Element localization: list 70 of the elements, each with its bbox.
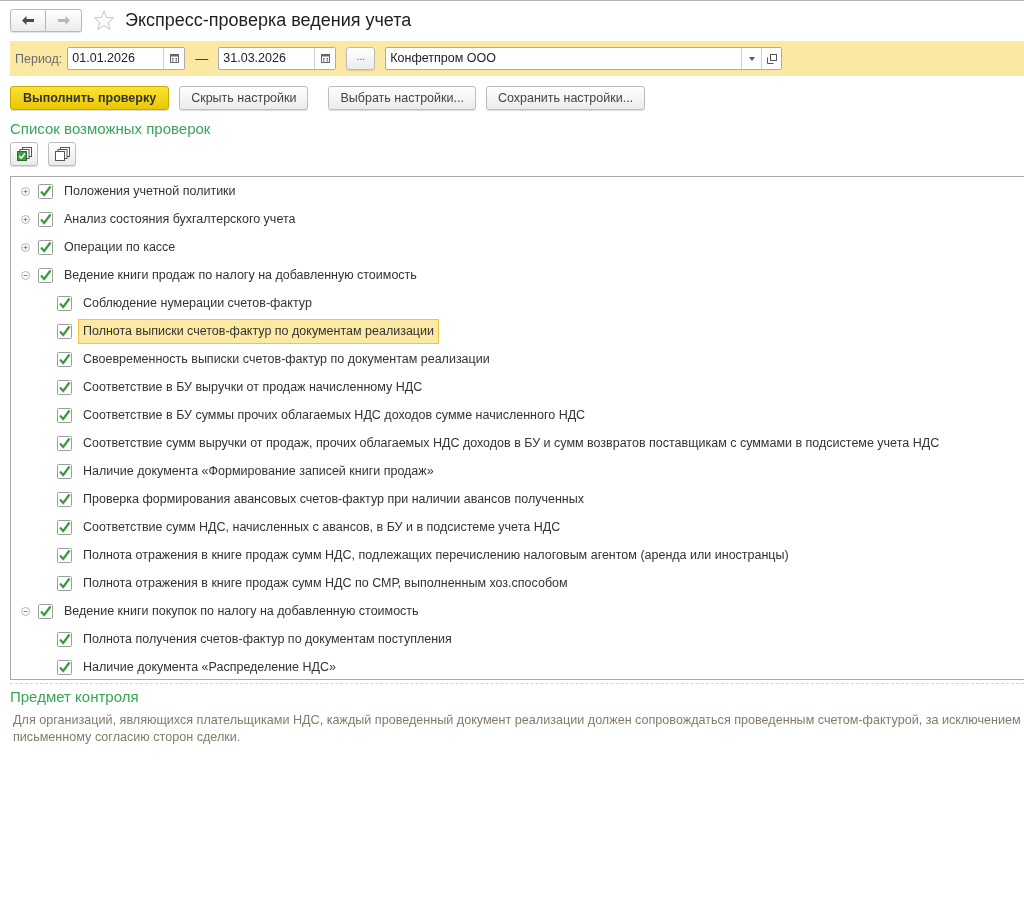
checkbox[interactable]: [57, 491, 72, 507]
section-heading: Предмет контроля: [10, 688, 140, 706]
arrow-left-icon: [22, 16, 34, 25]
checkbox[interactable]: [57, 407, 72, 423]
open-button[interactable]: [761, 48, 782, 69]
checkbox[interactable]: [38, 239, 53, 255]
check-all-button[interactable]: [10, 142, 38, 166]
calendar-button[interactable]: [314, 48, 336, 69]
uncheck-all-button[interactable]: [48, 142, 76, 166]
checkbox[interactable]: [57, 351, 72, 367]
check-item-label[interactable]: Полнота отражения в книге продаж сумм НДС по СМР, выполненным хоз.способом: [78, 570, 573, 596]
check-item-label[interactable]: Соответствие в БУ выручки от продаж начисленному НДС: [78, 374, 428, 400]
organization-field[interactable]: Конфетпром ООО: [385, 47, 783, 70]
settings-button[interactable]: Скрыть настройки: [179, 86, 309, 110]
check-item-label[interactable]: Полнота выписки счетов-фактур по документам реализации: [78, 318, 439, 344]
open-window-icon: [766, 53, 777, 64]
check-item-label[interactable]: Соответствие сумм выручки от продаж, прочих облагаемых НДС доходов в БУ и сумм возвратов поставщикам с суммами в подсистеме учета НДС: [78, 430, 945, 456]
calendar-icon: [320, 54, 330, 63]
check-item-label[interactable]: Проверка формирования авансовых счетов-фактур при наличии авансов полученных: [78, 486, 589, 512]
checkbox[interactable]: [38, 183, 53, 199]
caret-icon: [748, 56, 755, 61]
expand-toggle-icon[interactable]: [21, 186, 30, 196]
checkbox[interactable]: [57, 379, 72, 395]
expand-toggle-icon[interactable]: [21, 606, 30, 616]
checkbox[interactable]: [57, 519, 72, 535]
checkbox[interactable]: [57, 295, 72, 311]
checkbox[interactable]: [38, 267, 53, 283]
calendar-button[interactable]: [163, 48, 185, 69]
run-check-button[interactable]: Выполнить проверку: [10, 86, 170, 110]
settings-button[interactable]: Сохранить настройки...: [485, 86, 646, 110]
period-select-button[interactable]: ...: [346, 47, 376, 70]
section-heading: Список возможных проверок: [10, 120, 212, 138]
range-dash: —: [195, 51, 209, 66]
back-button[interactable]: [10, 9, 46, 32]
checkbox[interactable]: [57, 575, 72, 591]
star-icon[interactable]: [93, 10, 115, 31]
check-item-label[interactable]: Соответствие сумм НДС, начисленных с авансов, в БУ и в подсистеме учета НДС: [78, 514, 566, 540]
description-text: Для организаций, являющихся плательщиками НДС, каждый проведенный документ реализации должен сопровождаться проведенным счетом-фактурой, за исключением письменному согласию сторон сделки.: [13, 712, 1022, 746]
stacked-checkbox-icon: [16, 147, 32, 161]
check-item-label[interactable]: Своевременность выписки счетов-фактур по документам реализации: [78, 346, 495, 372]
check-item-label[interactable]: Соответствие в БУ суммы прочих облагаемых НДС доходов сумме начисленного НДС: [78, 402, 591, 428]
checkbox[interactable]: [57, 631, 72, 647]
checkbox[interactable]: [57, 435, 72, 451]
checkbox[interactable]: [57, 463, 72, 479]
date-to-field[interactable]: 31.03.2026: [218, 47, 337, 70]
window-title: Экспресс-проверка ведения учета: [125, 10, 412, 31]
expand-toggle-icon[interactable]: [21, 214, 30, 224]
checkbox[interactable]: [57, 547, 72, 563]
expand-toggle-icon[interactable]: [21, 270, 30, 280]
stacked-squares-icon: [54, 147, 70, 161]
checkbox[interactable]: [57, 323, 72, 339]
period-label: Период:: [15, 51, 63, 66]
expand-toggle-icon[interactable]: [21, 242, 30, 252]
check-item-label[interactable]: Положения учетной политики: [59, 178, 241, 204]
check-item-label[interactable]: Ведение книги покупок по налогу на добавленную стоимость: [59, 598, 424, 624]
calendar-icon: [169, 54, 179, 63]
settings-button[interactable]: Выбрать настройки...: [328, 86, 476, 110]
check-item-label[interactable]: Полнота получения счетов-фактур по документам поступления: [78, 626, 457, 652]
check-item-label[interactable]: Наличие документа «Распределение НДС»: [78, 654, 341, 679]
checkbox[interactable]: [38, 211, 53, 227]
check-item-label[interactable]: Ведение книги продаж по налогу на добавленную стоимость: [59, 262, 422, 288]
check-item-label[interactable]: Анализ состояния бухгалтерского учета: [59, 206, 301, 232]
check-item-label[interactable]: Соблюдение нумерации счетов-фактур: [78, 290, 317, 316]
date-from-field[interactable]: 01.01.2026: [67, 47, 186, 70]
check-item-label[interactable]: Наличие документа «Формирование записей книги продаж»: [78, 458, 439, 484]
check-item-label[interactable]: Операции по кассе: [59, 234, 181, 260]
arrow-right-icon: [57, 16, 70, 25]
checkbox[interactable]: [38, 603, 53, 619]
checkbox[interactable]: [57, 659, 72, 675]
check-item-label[interactable]: Полнота отражения в книге продаж сумм НДС, подлежащих перечислению налоговым агентом (аренда или иностранцы): [78, 542, 794, 568]
